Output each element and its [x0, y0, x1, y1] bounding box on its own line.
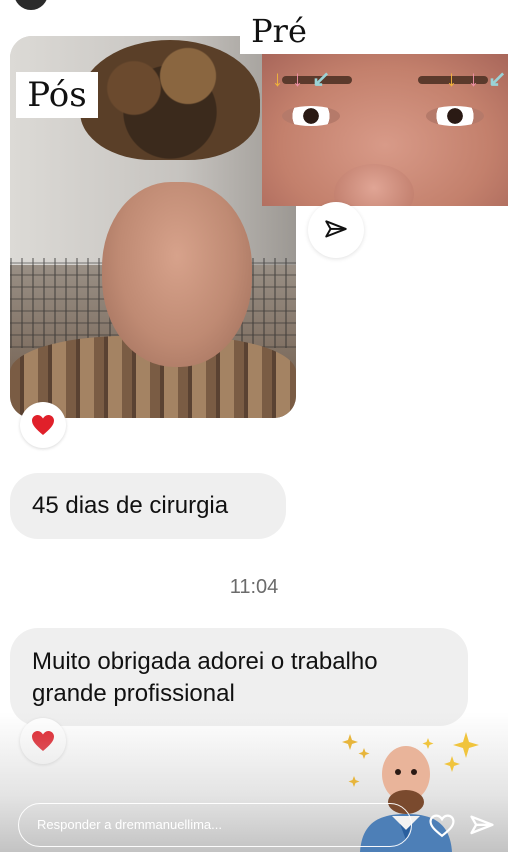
pre-label: Pré: [240, 8, 318, 54]
photo-face: [102, 182, 252, 367]
pre-photo: ↓ ↓ ↙ ↓ ↓ ↙: [262, 54, 508, 206]
arrow-down-icon: ↓: [446, 66, 457, 91]
paper-plane-icon: [325, 220, 347, 238]
message-bubble[interactable]: 45 dias de cirurgia: [10, 473, 286, 539]
post-label: Pós: [16, 72, 98, 118]
left-eye: [282, 106, 340, 126]
right-eye: [426, 106, 484, 126]
timestamp: 11:04: [229, 576, 279, 598]
story-view: Pós ↓ ↓ ↙ ↓ ↓ ↙ Pré 45 dias de cirurgia …: [0, 0, 508, 852]
arrow-down-icon: ↙: [312, 66, 331, 91]
arrow-down-icon: ↙: [488, 66, 507, 91]
heart-outline-icon[interactable]: [428, 814, 456, 838]
arrow-down-icon: ↓: [468, 66, 479, 91]
photo-hair: [80, 40, 260, 160]
message-text: 45 dias de cirurgia: [32, 492, 229, 519]
share-button[interactable]: [308, 202, 364, 258]
profile-avatar[interactable]: [14, 0, 48, 10]
arrow-down-icon: ↓: [272, 66, 283, 91]
send-icon[interactable]: [468, 812, 496, 840]
red-heart-icon: [32, 415, 54, 435]
reaction-heart[interactable]: [20, 402, 66, 448]
message-text: Muito obrigada adorei o trabalho grande …: [32, 648, 378, 707]
arrow-down-icon: ↓: [292, 66, 303, 91]
reply-input[interactable]: Responder a dremmanuellima...: [18, 803, 412, 847]
nose: [334, 164, 414, 206]
